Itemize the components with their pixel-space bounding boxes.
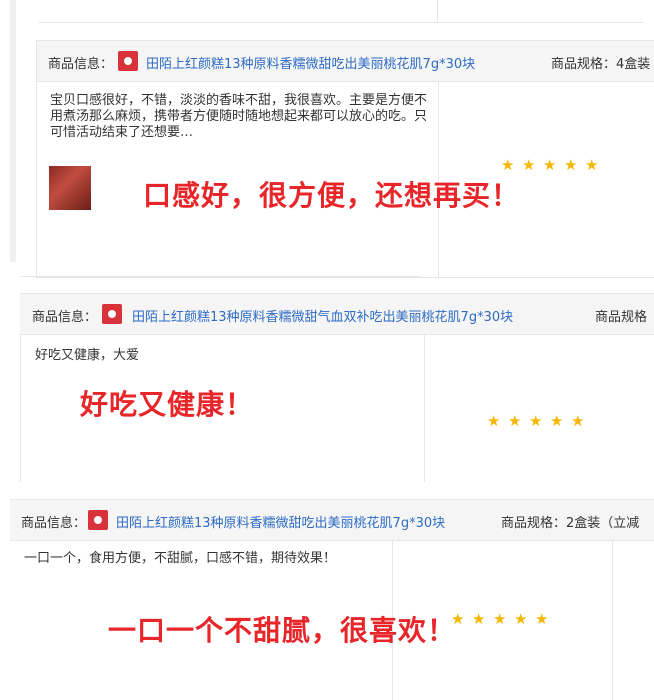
star-icon: ★ <box>493 610 507 628</box>
column-divider <box>424 334 425 482</box>
star-icon: ★ <box>501 156 515 174</box>
product-title-link[interactable]: 田陌上红颜糕13种原料香糯微甜吃出美丽桃花肌7g*30块 <box>116 512 445 531</box>
review-header: 商品信息： 田陌上红颜糕13种原料香糯微甜吃出美丽桃花肌7g*30块 商品规格：… <box>37 41 654 82</box>
product-spec: 商品规格：2盒装（立减 <box>501 516 640 531</box>
review-header: 商品信息： 田陌上红颜糕13种原料香糯微甜吃出美丽桃花肌7g*30块 商品规格：… <box>10 500 654 541</box>
product-spec: 商品规格 <box>595 310 648 325</box>
star-icon: ★ <box>514 610 528 628</box>
star-icon: ★ <box>550 412 564 430</box>
star-rating: ★ ★ ★ ★ ★ <box>501 156 599 174</box>
product-thumbnail[interactable] <box>88 510 108 530</box>
star-icon: ★ <box>535 610 549 628</box>
star-icon: ★ <box>451 610 465 628</box>
star-icon: ★ <box>508 412 522 430</box>
product-info-label: 商品信息： <box>32 310 98 325</box>
star-icon: ★ <box>571 412 585 430</box>
product-thumbnail[interactable] <box>118 51 138 71</box>
top-card-bottom-border <box>38 22 644 23</box>
product-thumbnail[interactable] <box>102 304 122 324</box>
star-icon: ★ <box>529 412 543 430</box>
product-title-link[interactable]: 田陌上红颜糕13种原料香糯微甜吃出美丽桃花肌7g*30块 <box>146 53 475 72</box>
review-text: 好吃又健康，大爱 <box>35 348 140 363</box>
review-text: 宝贝口感很好，不错，淡淡的香味不甜，我很喜欢。主要是方便不用煮汤那么麻烦，携带者… <box>50 93 428 140</box>
product-info-label: 商品信息： <box>21 516 87 531</box>
overlay-caption: 好吃又健康！ <box>80 388 255 421</box>
star-icon: ★ <box>564 156 578 174</box>
product-title-link[interactable]: 田陌上红颜糕13种原料香糯微甜气血双补吃出美丽桃花肌7g*30块 <box>132 306 513 325</box>
overlay-caption: 一口一个不甜腻，很喜欢！ <box>108 614 457 647</box>
star-rating: ★ ★ ★ ★ ★ <box>451 610 549 628</box>
star-icon: ★ <box>487 412 501 430</box>
left-border <box>20 334 21 482</box>
review-photo[interactable] <box>49 166 91 210</box>
review-card-3: 商品信息： 田陌上红颜糕13种原料香糯微甜吃出美丽桃花肌7g*30块 商品规格：… <box>10 499 654 700</box>
star-rating: ★ ★ ★ ★ ★ <box>487 412 585 430</box>
review-card-2: 商品信息： 田陌上红颜糕13种原料香糯微甜气血双补吃出美丽桃花肌7g*30块 商… <box>20 293 654 482</box>
product-info-label: 商品信息： <box>48 57 114 72</box>
star-icon: ★ <box>472 610 486 628</box>
star-icon: ★ <box>522 156 536 174</box>
review-text: 一口一个，食用方便，不甜腻，口感不错，期待效果！ <box>24 551 337 566</box>
column-divider-2 <box>612 540 613 700</box>
star-icon: ★ <box>543 156 557 174</box>
review-card-1: 商品信息： 田陌上红颜糕13种原料香糯微甜吃出美丽桃花肌7g*30块 商品规格：… <box>36 40 654 278</box>
overlay-caption: 口感好，很方便，还想再买！ <box>143 179 521 212</box>
section-separator <box>20 276 420 277</box>
left-gutter-bar <box>10 0 16 262</box>
review-header: 商品信息： 田陌上红颜糕13种原料香糯微甜气血双补吃出美丽桃花肌7g*30块 商… <box>20 294 654 335</box>
product-spec: 商品规格：4盒装 <box>551 57 651 72</box>
star-icon: ★ <box>585 156 599 174</box>
top-card-divider <box>437 0 438 22</box>
